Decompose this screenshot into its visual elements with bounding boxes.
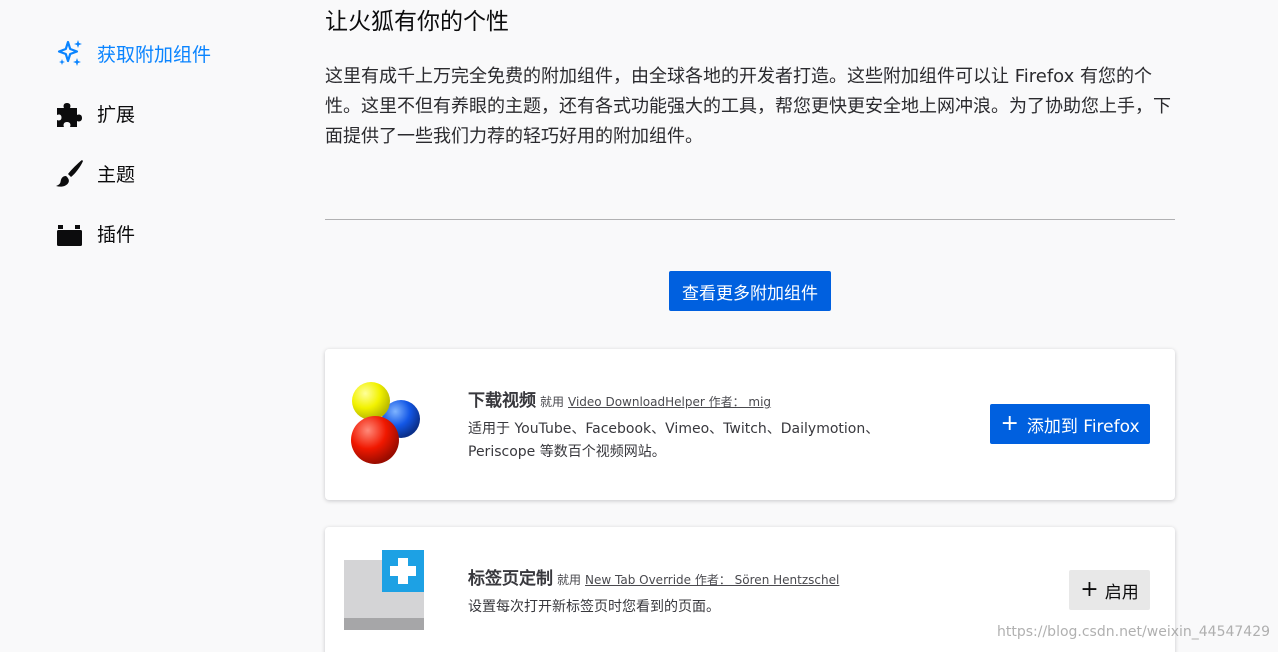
- addon-description: 设置每次打开新标签页时您看到的页面。: [468, 596, 720, 619]
- addon-description-line: 设置每次打开新标签页时您看到的页面。: [468, 599, 720, 615]
- see-more-addons-button[interactable]: 查看更多附加组件: [669, 271, 831, 311]
- page-title: 让火狐有你的个性: [325, 9, 509, 35]
- sidebar-item-label: 主题: [97, 163, 136, 186]
- enable-button[interactable]: + 启用: [1069, 570, 1150, 610]
- addons-manager-page: 获取附加组件 扩展 主题 插件 让火狐有你的个性 这里有成千上万完全免费的附加组…: [0, 0, 1278, 652]
- sparkle-icon: [54, 37, 86, 69]
- sidebar-item-label: 扩展: [97, 103, 136, 126]
- sidebar-item-label: 插件: [97, 223, 136, 246]
- video-downloadhelper-balls-icon: [347, 379, 427, 469]
- plus-icon: +: [1000, 411, 1019, 436]
- addon-link[interactable]: New Tab Override 作者： Sören Hentzschel: [585, 571, 839, 588]
- new-tab-override-icon: [344, 550, 424, 630]
- puzzle-piece-icon: [54, 97, 86, 129]
- sidebar: 获取附加组件 扩展 主题 插件: [0, 0, 290, 652]
- sidebar-item-get-addons[interactable]: 获取附加组件: [54, 33, 211, 73]
- divider: [325, 219, 1175, 220]
- sidebar-item-extensions[interactable]: 扩展: [54, 93, 135, 133]
- recommend-label: 就用: [540, 395, 565, 409]
- paintbrush-icon: [54, 157, 86, 189]
- addon-name: 下载视频: [468, 391, 536, 411]
- addon-description-line: Periscope 等数百个视频网站。: [468, 444, 666, 460]
- addon-link[interactable]: Video DownloadHelper 作者： mig: [568, 393, 771, 410]
- intro-text: 这里有成千上万完全免费的附加组件，由全球各地的开发者打造。这些附加组件可以让 F…: [325, 66, 1171, 147]
- sidebar-item-themes[interactable]: 主题: [54, 153, 135, 193]
- addon-name: 标签页定制: [468, 569, 553, 589]
- recommended-addon-card: 下载视频 就用 Video DownloadHelper 作者： mig 适用于…: [325, 349, 1175, 500]
- card-title-row: 标签页定制 就用 New Tab Override 作者： Sören Hent…: [468, 564, 839, 589]
- plus-icon: +: [1080, 577, 1099, 602]
- sidebar-item-plugins[interactable]: 插件: [54, 213, 135, 253]
- addon-description-line: 适用于 YouTube、Facebook、Vimeo、Twitch、Dailym…: [468, 421, 880, 437]
- card-title-row: 下载视频 就用 Video DownloadHelper 作者： mig: [468, 386, 771, 411]
- addon-description: 适用于 YouTube、Facebook、Vimeo、Twitch、Dailym…: [468, 418, 879, 464]
- watermark: https://blog.csdn.net/weixin_44547429: [997, 624, 1271, 640]
- button-label: 添加到 Firefox: [1026, 416, 1140, 437]
- add-to-firefox-button[interactable]: + 添加到 Firefox: [990, 404, 1150, 444]
- recommend-label: 就用: [557, 573, 582, 587]
- plugin-block-icon: [54, 217, 86, 249]
- button-label: 启用: [1104, 582, 1139, 603]
- sidebar-item-label: 获取附加组件: [97, 43, 212, 66]
